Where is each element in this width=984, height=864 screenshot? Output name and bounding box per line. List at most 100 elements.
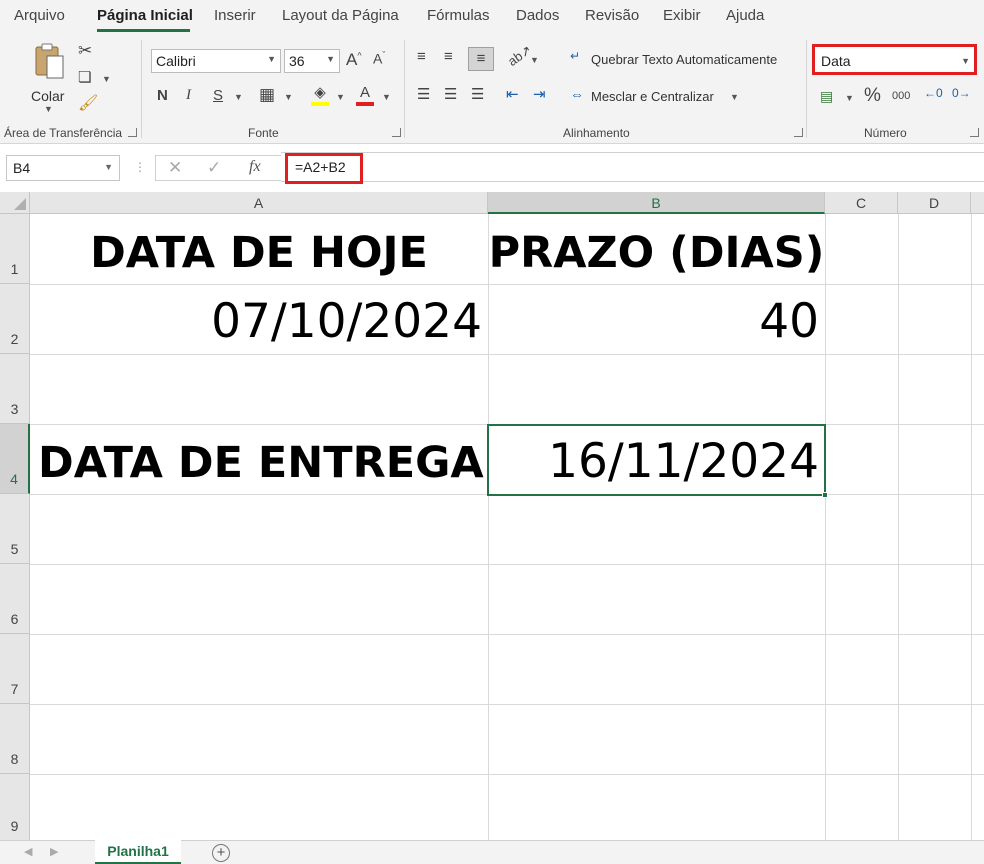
underline-dropdown-icon[interactable]: ▼ [234,92,243,102]
enter-icon[interactable]: ✓ [207,159,221,176]
row-header-9[interactable]: 9 [0,774,30,840]
gridline [30,704,984,705]
borders-icon[interactable]: ▦ [259,86,275,103]
bold-button[interactable]: N [157,88,168,103]
number-launcher-icon[interactable] [970,128,979,137]
align-top-icon[interactable]: ≡ [417,49,426,64]
align-middle-icon[interactable]: ≡ [444,49,453,64]
gridline [30,284,984,285]
chevron-down-icon: ▼ [104,162,113,172]
formula-input[interactable]: =A2+B2 [281,152,984,182]
copy-icon[interactable]: ❏ [78,70,91,85]
select-all-button[interactable] [0,192,30,214]
column-header-b[interactable]: B [488,192,825,214]
align-left-icon[interactable]: ☰ [417,87,430,102]
row-header-2[interactable]: 2 [0,284,30,354]
insert-function-icon[interactable]: fx [249,159,261,175]
tab-layout-da-pagina[interactable]: Layout da Página [282,7,399,24]
font-name-select[interactable]: Calibri ▼ [151,49,281,73]
accounting-dropdown-icon[interactable]: ▼ [845,93,854,103]
tab-formulas[interactable]: Fórmulas [427,7,490,24]
cancel-icon[interactable]: ✕ [168,159,182,176]
cell-b1[interactable]: PRAZO (DIAS) [488,224,825,282]
merge-dropdown-icon[interactable]: ▼ [730,92,739,102]
accounting-format-icon[interactable]: ▤ [820,89,833,103]
chevron-down-icon: ▼ [326,54,335,64]
borders-dropdown-icon[interactable]: ▼ [284,92,293,102]
increase-decimal-icon[interactable]: ←0 [924,87,943,99]
fill-handle[interactable] [822,492,828,498]
row-header-7[interactable]: 7 [0,634,30,704]
cell-a4[interactable]: DATA DE ENTREGA [38,434,488,492]
font-group-label: Fonte [248,126,279,140]
shrink-font-icon[interactable]: Aˇ [373,51,385,66]
scroll-right-icon[interactable]: ▶ [50,845,58,858]
row-header-5[interactable]: 5 [0,494,30,564]
active-cell-border [487,424,826,496]
name-box[interactable]: B4 ▼ [6,155,120,181]
font-name-value: Calibri [156,53,196,69]
paste-button[interactable]: Colar ▼ [30,42,70,114]
number-group-label: Número [864,126,907,140]
add-sheet-icon[interactable]: + [212,844,230,862]
number-format-select[interactable]: Data ▼ [812,44,977,75]
row-number: 4 [10,471,18,487]
font-color-button[interactable]: A [356,85,374,106]
row-number: 9 [10,818,19,834]
column-header-d[interactable]: D [898,192,971,214]
clipboard-launcher-icon[interactable] [128,128,137,137]
row-number: 1 [10,261,19,277]
column-header-e[interactable] [971,192,984,214]
row-header-8[interactable]: 8 [0,704,30,774]
decrease-indent-icon[interactable]: ⇤ [506,87,519,102]
increase-indent-icon[interactable]: ⇥ [533,87,546,102]
font-size-select[interactable]: 36 ▼ [284,49,340,73]
tab-inserir[interactable]: Inserir [214,7,256,24]
cell-a2[interactable]: 07/10/2024 [30,292,482,352]
decrease-decimal-icon[interactable]: 0→ [952,87,971,99]
font-size-value: 36 [289,53,305,69]
sheet-tab-planilha1[interactable]: Planilha1 [95,840,181,864]
format-painter-icon[interactable]: 🖌 [78,96,98,112]
alignment-launcher-icon[interactable] [794,128,803,137]
cell-a1[interactable]: DATA DE HOJE [30,224,488,282]
tab-ajuda[interactable]: Ajuda [726,7,764,24]
column-header-c[interactable]: C [825,192,898,214]
font-color-dropdown-icon[interactable]: ▼ [382,92,391,102]
column-header-a[interactable]: A [30,192,488,214]
wrap-text-label: Quebrar Texto Automaticamente [591,52,778,67]
align-right-icon[interactable]: ☰ [471,87,484,102]
row-header-3[interactable]: 3 [0,354,30,424]
paste-label: Colar [31,88,65,104]
tab-dados[interactable]: Dados [516,7,559,24]
font-launcher-icon[interactable] [392,128,401,137]
tab-arquivo[interactable]: Arquivo [14,7,65,24]
ribbon-separator [404,40,405,138]
cut-icon[interactable]: ✂ [78,42,92,59]
ribbon: Colar ▼ ✂ ❏ ▼ 🖌 Área de Transferência Ca… [0,34,984,144]
fill-color-dropdown-icon[interactable]: ▼ [336,92,345,102]
percent-style-button[interactable]: % [864,86,881,105]
gridline [30,774,984,775]
row-header-1[interactable]: 1 [0,214,30,284]
italic-button[interactable]: I [186,88,191,103]
grow-font-icon[interactable]: A^ [346,51,362,68]
gridline [30,634,984,635]
tab-exibir[interactable]: Exibir [663,7,701,24]
row-header-4[interactable]: 4 [0,424,30,494]
cell-b2[interactable]: 40 [488,292,819,352]
copy-dropdown-icon[interactable]: ▼ [102,74,111,84]
paste-dropdown-icon[interactable]: ▼ [44,104,53,114]
more-options-icon[interactable]: ⋮ [134,161,146,173]
tab-revisao[interactable]: Revisão [585,7,639,24]
align-bottom-icon[interactable]: ≡ [468,47,494,71]
comma-style-button[interactable]: 000 [892,91,910,102]
tab-pagina-inicial[interactable]: Página Inicial [97,7,193,24]
scroll-left-icon[interactable]: ◀ [24,845,32,858]
underline-button[interactable]: S [213,88,223,103]
chevron-down-icon: ▼ [267,54,276,64]
align-center-icon[interactable]: ☰ [444,87,457,102]
orientation-dropdown-icon[interactable]: ▼ [530,55,539,65]
row-header-6[interactable]: 6 [0,564,30,634]
fill-color-icon[interactable]: ◈ [311,85,329,106]
